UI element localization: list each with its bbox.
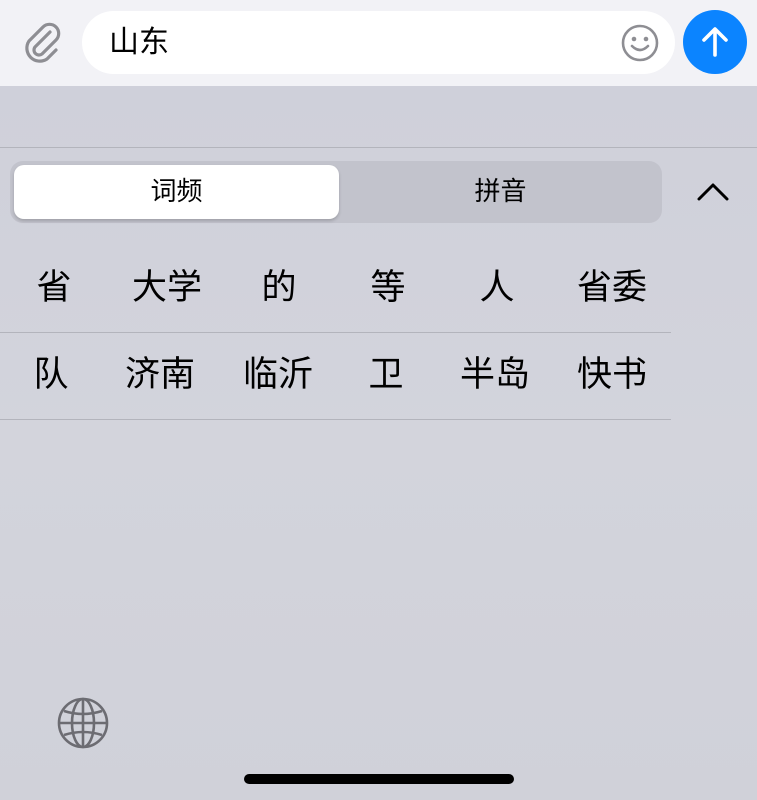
keyboard-divider: [0, 147, 757, 148]
candidate-item[interactable]: 等: [332, 244, 444, 332]
arrow-up-icon: [702, 27, 728, 57]
candidate-item[interactable]: 临沂: [222, 331, 334, 419]
globe-icon: [57, 697, 109, 749]
candidate-item[interactable]: 人: [441, 244, 553, 332]
message-input[interactable]: 山东: [82, 11, 675, 74]
candidate-item[interactable]: 省: [0, 244, 110, 332]
candidate-row: 省 大学 的 等 人 省委: [0, 244, 671, 333]
smiley-icon: [621, 24, 659, 62]
paperclip-icon: [25, 22, 61, 63]
candidate-item[interactable]: 队: [0, 331, 107, 419]
collapse-candidates-button[interactable]: [688, 174, 738, 210]
message-input-text: 山东: [109, 25, 169, 60]
home-indicator[interactable]: [244, 774, 514, 784]
candidate-item[interactable]: 省委: [556, 244, 668, 332]
candidate-item[interactable]: 的: [223, 244, 335, 332]
attach-button[interactable]: [16, 16, 68, 68]
tab-word-frequency[interactable]: 词频: [14, 165, 339, 219]
candidate-item[interactable]: 半岛: [439, 331, 551, 419]
chevron-up-icon: [697, 183, 729, 201]
candidate-item[interactable]: 卫: [330, 331, 442, 419]
candidate-item[interactable]: 大学: [111, 244, 223, 332]
candidate-item[interactable]: 济南: [104, 331, 216, 419]
message-bar: 山东: [0, 0, 757, 86]
candidate-row: 队 济南 临沂 卫 半岛 快书: [0, 331, 671, 420]
candidate-mode-control: 词频 拼音: [10, 161, 662, 223]
emoji-button[interactable]: [619, 22, 661, 64]
keyboard: 词频 拼音 省 大学 的 等 人 省委 队 济南 临沂 卫 半岛 快书: [0, 86, 757, 800]
candidate-item[interactable]: 快书: [556, 331, 668, 419]
switch-keyboard-button[interactable]: [54, 694, 112, 752]
send-button[interactable]: [683, 10, 747, 74]
tab-pinyin[interactable]: 拼音: [343, 165, 658, 219]
